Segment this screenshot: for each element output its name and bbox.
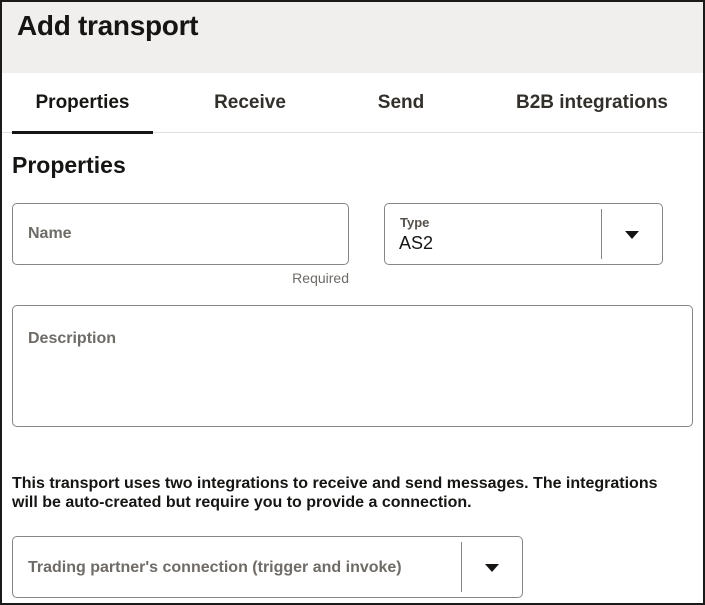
tab-bar: Properties Receive Send B2B integrations — [2, 73, 703, 134]
type-value: AS2 — [399, 233, 434, 253]
tab-receive[interactable]: Receive — [187, 73, 313, 133]
name-input[interactable]: Name — [12, 203, 349, 265]
connection-placeholder: Trading partner's connection (trigger an… — [28, 559, 402, 576]
integrations-info-text: This transport uses two integrations to … — [12, 475, 658, 511]
caret-down-icon[interactable] — [485, 564, 499, 572]
section-title: Properties — [12, 152, 126, 178]
type-select-divider — [601, 209, 602, 259]
name-required-helper: Required — [292, 270, 349, 286]
trading-partner-connection-select[interactable]: Trading partner's connection (trigger an… — [12, 536, 523, 598]
dialog-header: Add transport — [2, 2, 703, 73]
connection-select-divider — [461, 542, 462, 592]
type-select[interactable]: Type AS2 — [384, 203, 663, 265]
description-textarea[interactable]: Description — [12, 305, 693, 427]
tab-properties[interactable]: Properties — [12, 73, 153, 134]
tab-send[interactable]: Send — [354, 73, 448, 133]
add-transport-dialog: Add transport Properties Receive Send B2… — [0, 0, 705, 605]
description-placeholder: Description — [28, 330, 117, 347]
caret-down-icon[interactable] — [625, 231, 639, 239]
name-placeholder: Name — [28, 225, 72, 242]
dialog-title: Add transport — [17, 10, 199, 41]
tab-b2b-integrations[interactable]: B2B integrations — [502, 73, 682, 133]
type-label: Type — [400, 215, 430, 230]
